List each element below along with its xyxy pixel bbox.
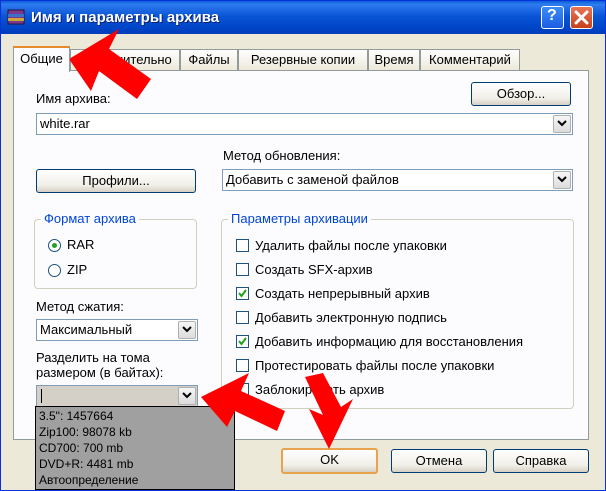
compression-combo[interactable]: Максимальный (36, 319, 198, 341)
checkbox-signature-label: Добавить электронную подпись (255, 310, 447, 325)
archive-name-value: white.rar (40, 116, 90, 131)
checkbox-delete-after[interactable] (236, 239, 249, 252)
checkbox-test[interactable] (236, 359, 249, 372)
archive-format-title: Формат архива (41, 211, 139, 226)
ok-button[interactable]: OK (281, 448, 378, 474)
split-label-line2: размером (в байтах): (36, 365, 164, 380)
checkbox-delete-after-label: Удалить файлы после упаковки (255, 238, 447, 253)
chevron-down-icon (557, 120, 567, 127)
compression-label: Метод сжатия: (36, 299, 124, 314)
checkbox-recovery[interactable] (236, 335, 249, 348)
checkbox-lock-label: Заблокировать архив (255, 382, 385, 397)
checkmark-icon (238, 289, 247, 298)
checkmark-icon (238, 337, 247, 346)
help-button[interactable]: Справка (493, 449, 589, 473)
chevron-down-icon (182, 392, 192, 399)
dialog-window: Имя и параметры архива ? Общие Дополните… (0, 0, 606, 491)
archive-name-label: Имя архива: (36, 91, 111, 106)
compression-value: Максимальный (40, 322, 133, 337)
tab-general[interactable]: Общие (13, 46, 70, 72)
chevron-down-icon (182, 326, 192, 333)
radio-rar-label: RAR (67, 237, 95, 252)
tab-advanced[interactable]: Дополнительно (70, 49, 180, 71)
archive-format-group: Формат архива (34, 211, 197, 289)
archiving-params-title: Параметры архивации (228, 211, 371, 226)
title-bar[interactable]: Имя и параметры архива ? (1, 1, 605, 34)
split-option-zip100[interactable]: Zip100: 98078 kb (39, 425, 132, 439)
text-cursor (41, 389, 42, 403)
tab-time[interactable]: Время (368, 49, 420, 71)
split-label-line1: Разделить на тома (36, 350, 150, 365)
archive-name-dropdown[interactable] (553, 115, 571, 133)
radio-zip-label: ZIP (67, 262, 88, 277)
close-button[interactable] (570, 6, 593, 29)
checkbox-test-label: Протестировать файлы после упаковки (255, 358, 495, 373)
checkbox-signature[interactable] (236, 311, 249, 324)
split-size-combo[interactable] (36, 385, 198, 407)
split-size-dropdown-list: 3.5": 1457664 Zip100: 98078 kb CD700: 70… (35, 406, 235, 490)
question-icon: ? (547, 7, 557, 24)
update-method-value: Добавить с заменой файлов (226, 172, 399, 187)
checkbox-solid-label: Создать непрерывный архив (255, 286, 430, 301)
checkbox-lock[interactable] (236, 383, 249, 396)
checkbox-recovery-label: Добавить информацию для восстановления (255, 334, 524, 349)
tab-backup[interactable]: Резервные копии (238, 49, 368, 71)
split-size-dropdown[interactable] (178, 387, 196, 405)
archive-name-combo[interactable]: white.rar (36, 113, 573, 135)
profiles-button[interactable]: Профили... (36, 169, 196, 193)
split-option-auto[interactable]: Автоопределение (39, 473, 138, 487)
help-title-button[interactable]: ? (541, 6, 564, 29)
compression-dropdown[interactable] (178, 321, 196, 339)
browse-button[interactable]: Обзор... (471, 82, 571, 106)
chevron-down-icon (557, 176, 567, 183)
cancel-button[interactable]: Отмена (391, 449, 487, 473)
radio-zip[interactable] (48, 264, 61, 277)
checkbox-sfx-label: Создать SFX-архив (255, 262, 373, 277)
update-method-combo[interactable]: Добавить с заменой файлов (222, 169, 573, 191)
split-option-dvd[interactable]: DVD+R: 4481 mb (39, 457, 133, 471)
update-method-dropdown[interactable] (553, 171, 571, 189)
winrar-icon (7, 8, 25, 26)
split-option-cd700[interactable]: CD700: 700 mb (39, 441, 123, 455)
tab-comment[interactable]: Комментарий (420, 49, 520, 71)
window-title: Имя и параметры архива (31, 9, 220, 26)
checkbox-solid[interactable] (236, 287, 249, 300)
tab-files[interactable]: Файлы (180, 49, 238, 71)
close-icon (574, 10, 589, 25)
checkbox-sfx[interactable] (236, 263, 249, 276)
split-option-floppy[interactable]: 3.5": 1457664 (39, 409, 113, 423)
update-method-label: Метод обновления: (223, 148, 341, 163)
radio-rar[interactable] (48, 239, 61, 252)
